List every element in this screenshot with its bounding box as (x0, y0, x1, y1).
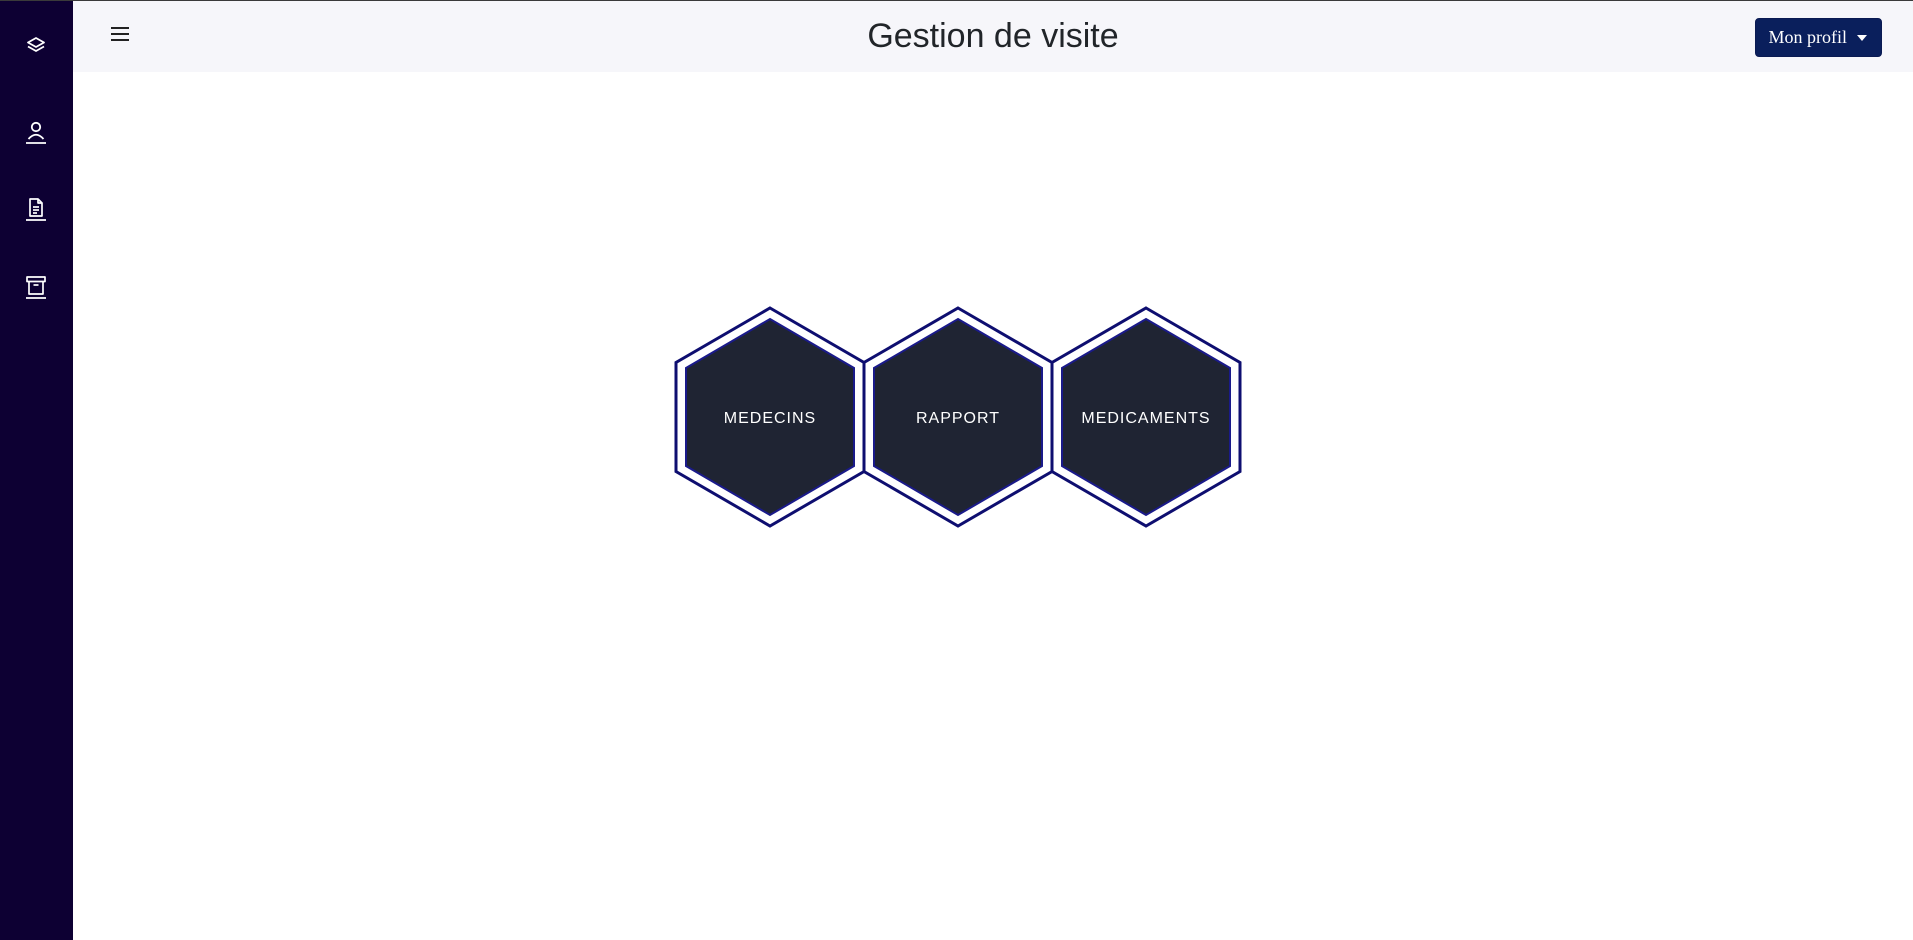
sidebar-item-profile[interactable] (19, 116, 53, 150)
menu-toggle-button[interactable] (109, 25, 131, 47)
page-title: Gestion de visite (867, 17, 1119, 55)
archive-icon (24, 275, 48, 301)
tile-medicaments[interactable]: MEDICAMENTS (1050, 306, 1242, 528)
tile-rapport[interactable]: RAPPORT (862, 306, 1054, 528)
main-content: MEDECINS RAPPORT MEDICAMENTS (0, 1, 1913, 940)
user-icon (24, 120, 48, 146)
tile-medecins[interactable]: MEDECINS (674, 306, 866, 528)
caret-down-icon (1857, 35, 1867, 41)
sidebar-item-archive[interactable] (19, 271, 53, 305)
sidebar-item-home[interactable] (19, 29, 53, 63)
layers-icon (25, 35, 47, 57)
document-icon (24, 197, 48, 223)
top-bar: Gestion de visite Mon profil (73, 1, 1913, 72)
hamburger-icon (110, 26, 130, 47)
tile-label: RAPPORT (916, 410, 1000, 427)
profile-dropdown-button[interactable]: Mon profil (1754, 18, 1882, 57)
tile-label: MEDECINS (724, 410, 816, 427)
sidebar (0, 1, 73, 940)
sidebar-item-reports[interactable] (19, 193, 53, 227)
tile-label: MEDICAMENTS (1081, 410, 1210, 427)
profile-button-label: Mon profil (1768, 27, 1848, 47)
app-window: Gestion de visite Mon profil MEDECINS RA… (0, 0, 1913, 940)
